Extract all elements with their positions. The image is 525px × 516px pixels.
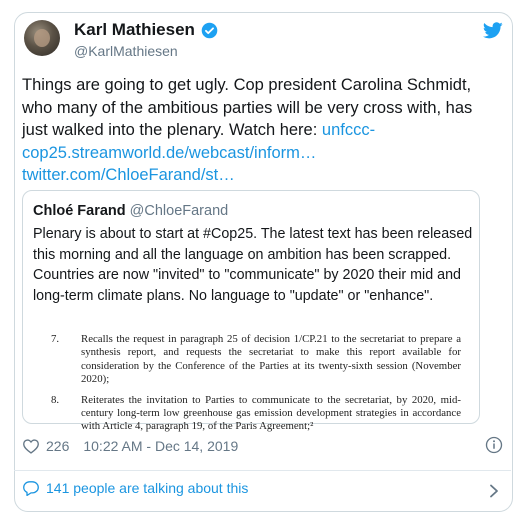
talking-count-label[interactable]: 141 people are talking about this (46, 480, 248, 496)
tweet-body: Things are going to get ugly. Cop presid… (22, 76, 473, 139)
document-paragraph: 8. Reiterates the invitation to Parties … (51, 394, 461, 434)
quoted-tweet-text: Plenary is about to start at #Cop25. The… (33, 226, 473, 304)
paragraph-number: 7. (51, 333, 60, 345)
conversation-link[interactable]: 141 people are talking about this (22, 480, 248, 496)
paragraph-text: Reiterates the invitation to Parties to … (81, 393, 461, 433)
info-icon[interactable] (485, 436, 503, 454)
quoted-author-handle: @ChloeFarand (129, 203, 229, 219)
quoted-tweet[interactable]: Chloé Farand @ChloeFarand Plenary is abou… (22, 190, 480, 432)
paragraph-text: Recalls the request in paragraph 25 of d… (81, 333, 461, 386)
twitter-bird-icon[interactable] (483, 22, 503, 39)
avatar[interactable] (24, 20, 60, 56)
verified-badge-icon (201, 22, 218, 38)
document-excerpt-image: 7. Recalls the request in paragraph 25 o… (51, 333, 461, 441)
author-name[interactable]: Karl Mathiesen (74, 20, 195, 40)
author-handle[interactable]: @KarlMathiesen (74, 43, 178, 59)
tweet-meta: 226 10:22 AM - Dec 14, 2019 (22, 438, 238, 454)
divider (14, 470, 511, 471)
timestamp[interactable]: 10:22 AM - Dec 14, 2019 (83, 438, 238, 454)
quoted-author-name: Chloé Farand (33, 203, 126, 219)
tweet-text: Things are going to get ugly. Cop presid… (22, 74, 480, 187)
heart-icon[interactable] (22, 438, 40, 454)
quoted-author: Chloé Farand @ChloeFarand (33, 203, 228, 219)
document-paragraph: 7. Recalls the request in paragraph 25 o… (51, 333, 461, 387)
author-name-row[interactable]: Karl Mathiesen (74, 20, 218, 40)
like-count[interactable]: 226 (46, 438, 69, 454)
paragraph-number: 8. (51, 393, 60, 406)
quoted-tweet-link[interactable]: twitter.com/ChloeFarand/st… (22, 166, 235, 184)
reply-bubble-icon (23, 481, 39, 496)
chevron-right-icon[interactable] (489, 484, 499, 498)
